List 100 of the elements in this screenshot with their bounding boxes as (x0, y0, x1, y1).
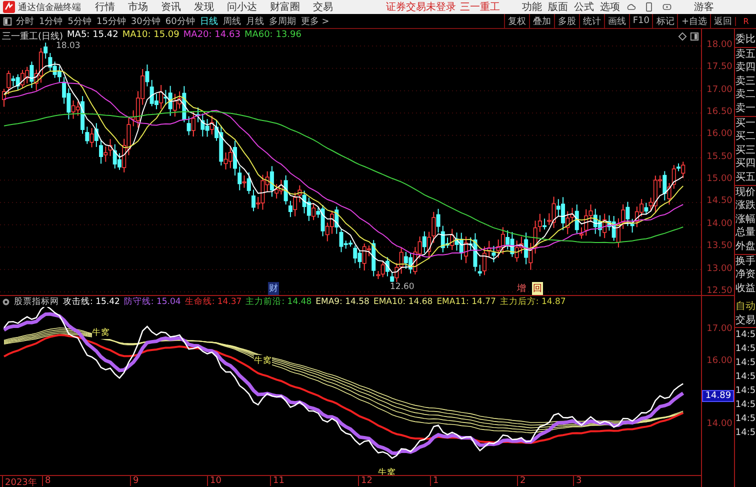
price-axis-label: 13.00 (706, 264, 732, 274)
menu-item[interactable]: 行情 (95, 0, 115, 14)
date-label: 2023年 (2, 476, 37, 487)
quote-field-label: 卖一 (735, 102, 756, 117)
menu-item[interactable]: 财富圈 (270, 0, 300, 14)
quote-field-label: 涨跌 (735, 199, 756, 213)
corner-label: R (735, 16, 756, 26)
trade-time: 14:5 (735, 329, 756, 342)
legend-item: EMA10: 14.68 (373, 296, 433, 306)
period-tab[interactable]: 60分钟 (165, 14, 195, 28)
mode-label[interactable]: 自动 (735, 300, 756, 314)
date-label: 9 (130, 476, 139, 486)
quote-field-label: 卖二 (735, 88, 756, 102)
quote-field-label: 委比 (735, 33, 756, 48)
quote-field-label: 买二 (735, 130, 756, 144)
quote-field-label: 卖五 (735, 48, 756, 62)
signal-label: 牛窝 (92, 327, 110, 339)
quote-field-label: 涨幅 (735, 212, 756, 226)
date-label: 2 (517, 476, 526, 486)
toolbar-button[interactable]: +自选 (677, 14, 710, 28)
legend-item: EMA11: 14.77 (436, 296, 496, 306)
trade-time: 14:5 (735, 413, 756, 426)
indicator-axis-label: 14.89 (702, 390, 734, 402)
price-axis-label: 12.50 (706, 286, 732, 296)
price-axis-label: 14.00 (706, 218, 732, 229)
date-label: 3 (573, 476, 582, 486)
price-axis-label: 14.50 (706, 196, 732, 206)
quote-field-label: 买五 (735, 170, 756, 186)
indicator-name[interactable]: 股票指标网 (14, 296, 59, 308)
settings-icon[interactable] (2, 298, 10, 306)
high-price-label: 18.03 (56, 41, 80, 51)
user-label[interactable]: 游客 (694, 0, 714, 14)
period-tab[interactable]: 月线 (246, 14, 264, 28)
quote-field-label: 买一 (735, 116, 756, 130)
quote-field-label: 现价 (735, 186, 756, 200)
logo-icon (3, 1, 15, 13)
period-tab[interactable]: 5分钟 (68, 14, 92, 28)
legend-item: MA10: 15.09 (122, 30, 180, 42)
phone-icon[interactable] (644, 2, 654, 12)
login-status[interactable]: 证券交易未登录 (386, 0, 456, 14)
menu-item[interactable]: 资讯 (161, 0, 181, 14)
date-label: 1 (430, 476, 439, 486)
stock-name: 三一重工 (460, 0, 500, 14)
period-tab[interactable]: 分时 (16, 14, 34, 28)
menu-item[interactable]: 公式 (574, 0, 594, 14)
toolbar-button[interactable]: 多股 (554, 14, 579, 28)
app-name: 通达信金融终端 (18, 2, 81, 14)
period-tab[interactable]: 多周期 (268, 14, 296, 28)
diamond-icon[interactable] (678, 32, 687, 41)
period-tab[interactable]: 15分钟 (96, 14, 126, 28)
price-axis-label: 16.00 (706, 129, 732, 140)
menu-item[interactable]: 版面 (548, 0, 568, 14)
toolbar-button[interactable]: 画线 (604, 14, 629, 28)
indicator-axis-label: 16.00 (706, 356, 732, 366)
price-axis-label: 15.50 (706, 152, 732, 162)
menu-item[interactable]: 市场 (128, 0, 148, 14)
legend-item: 主力后方: 14.87 (500, 296, 566, 308)
panel-toggle-icon[interactable] (3, 16, 12, 26)
price-axis-label: 17.50 (706, 62, 732, 72)
legend-item: MA5: 15.42 (67, 30, 118, 42)
toolbar-button[interactable]: 复权 (504, 14, 529, 28)
event-marker[interactable]: 回 (532, 282, 543, 295)
chart-title: 三一重工(日线) (2, 30, 64, 42)
quote-field-label: 总量 (735, 226, 756, 240)
legend-item: 主力前沿: 14.48 (246, 296, 312, 308)
period-tab[interactable]: 周线 (222, 14, 241, 28)
price-axis-label: 13.50 (706, 241, 732, 252)
date-label: 11 (270, 476, 284, 486)
period-tab[interactable]: 更多 > (300, 14, 330, 28)
trade-label: 交易 (735, 314, 756, 328)
legend-item: MA20: 14.63 (183, 30, 240, 42)
menu-item[interactable]: 选项 (600, 0, 620, 14)
toolbar-button[interactable]: 标记 (652, 14, 678, 28)
menu-item[interactable]: 发现 (194, 0, 214, 14)
quote-field-label: 换手 (735, 254, 756, 268)
price-axis-label: 15.00 (706, 174, 732, 184)
trade-time: 14:5 (735, 385, 756, 398)
indicator-axis-label: 17.00 (706, 324, 732, 334)
period-tab[interactable]: 日线 (200, 14, 218, 28)
period-tab[interactable]: 30分钟 (130, 14, 160, 28)
trade-time: 14:5 (735, 357, 756, 370)
indicator-axis-label: 14.00 (706, 418, 732, 428)
quote-field-label: 净资 (735, 268, 756, 282)
cloud-icon[interactable] (626, 2, 636, 12)
menu-item[interactable]: 问小达 (227, 0, 257, 14)
date-label: 12 (358, 476, 372, 486)
panel-toggle-icon[interactable] (690, 32, 699, 41)
legend-item: EMA9: 14.58 (316, 296, 370, 306)
legend-item: 攻击线: 15.42 (63, 296, 120, 308)
message-icon[interactable] (662, 2, 672, 12)
period-tab[interactable]: 1分钟 (39, 14, 63, 28)
trade-time: 14:5 (735, 371, 756, 384)
event-marker[interactable]: 增 (516, 282, 527, 295)
price-axis-label: 17.00 (706, 84, 732, 95)
toolbar-button[interactable]: 统计 (578, 14, 604, 28)
quote-field-label: 收益 (735, 282, 756, 296)
menu-item[interactable]: 交易 (313, 0, 333, 14)
menu-item[interactable]: 功能 (522, 0, 542, 14)
trade-time: 14:5 (735, 399, 756, 412)
event-marker[interactable]: 财 (268, 282, 279, 295)
